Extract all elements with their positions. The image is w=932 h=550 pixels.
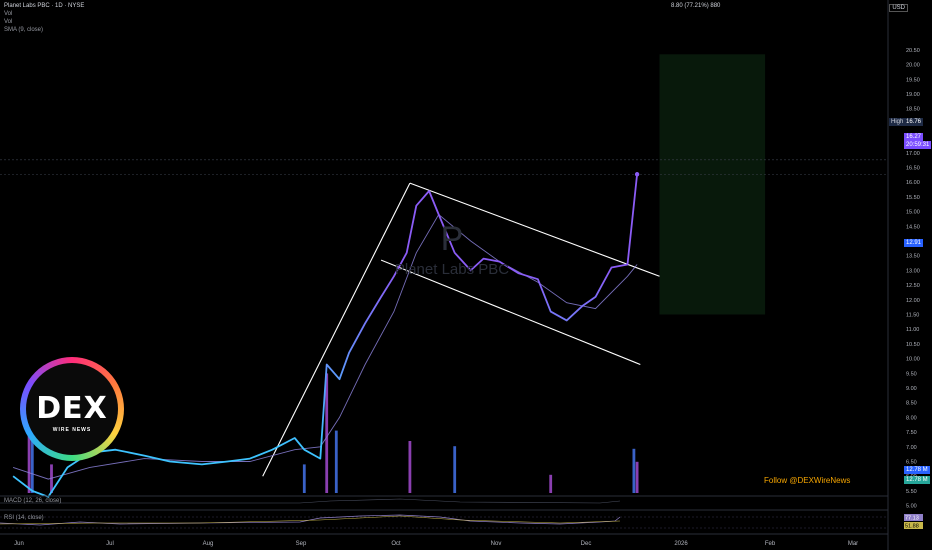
x-tick-label: Sep — [296, 541, 307, 547]
last-price-time: 20:59:31 — [904, 141, 932, 149]
volume-bar — [302, 464, 306, 493]
y-tick-label: 15.00 — [906, 210, 920, 216]
macd-label[interactable]: MACD (12, 26, close) — [4, 498, 61, 505]
y-tick-label: 17.00 — [906, 151, 920, 157]
x-tick-label: 2026 — [674, 541, 688, 547]
x-tick-label: Oct — [391, 541, 401, 547]
y-tick-label: 14.50 — [906, 224, 920, 230]
symbol-title: Planet Labs PBC · 1D · NYSE — [4, 3, 85, 9]
x-tick-label: Feb — [765, 541, 776, 547]
y-tick-label: 10.50 — [906, 342, 920, 348]
measure-label: 8.80 (77.21%) 880 — [671, 3, 721, 9]
y-tick-label: 13.50 — [906, 254, 920, 260]
y-tick-label: 7.00 — [906, 445, 917, 451]
y-tick-label: 10.00 — [906, 357, 920, 363]
high-label: High — [889, 118, 906, 126]
x-tick-label: Aug — [203, 541, 214, 547]
y-tick-label: 16.50 — [906, 166, 920, 172]
volume-badge: 12.78 M — [904, 476, 930, 484]
y-tick-label: 12.50 — [906, 283, 920, 289]
y-tick-label: 11.50 — [906, 313, 919, 319]
legend-volume-2[interactable]: Vol — [4, 19, 12, 26]
legend-sma[interactable]: SMA (9, close) — [4, 27, 43, 34]
x-tick-label: Jun — [14, 541, 24, 547]
y-tick-label: 11.00 — [906, 327, 919, 333]
currency-button[interactable]: USD — [889, 4, 908, 12]
dex-logo-inner: DEX WIRE NEWS — [26, 363, 118, 455]
volume-bar — [453, 446, 457, 493]
volume-bar — [408, 441, 412, 493]
y-tick-label: 13.00 — [906, 268, 920, 274]
y-tick-label: 12.00 — [906, 298, 920, 304]
volume-bar — [334, 430, 338, 493]
x-tick-label: Jul — [106, 541, 114, 547]
y-tick-label: 9.00 — [906, 386, 917, 392]
time-axis[interactable]: Jun Jul Aug Sep Oct Nov Dec 2026 Feb Mar — [14, 541, 858, 547]
volume-bar — [549, 474, 553, 493]
dex-logo: DEX WIRE NEWS — [20, 357, 124, 461]
y-tick-label: 20.00 — [906, 63, 920, 69]
y-tick-label: 8.50 — [906, 401, 917, 407]
dex-logo-subtitle: WIRE NEWS — [52, 427, 92, 433]
prev-price-badge: 12.91 — [904, 239, 924, 247]
watermark-name: Planet Labs PBC — [395, 261, 509, 278]
y-tick-label: 20.50 — [906, 48, 920, 54]
last-price-dot — [634, 172, 640, 177]
volume-badge: 12.78 M — [904, 466, 930, 474]
rsi-label[interactable]: RSI (14, close) — [4, 515, 44, 522]
rsi-badge-text: 51.88 — [905, 524, 919, 530]
legend-volume[interactable]: Vol — [4, 11, 12, 18]
x-tick-label: Dec — [581, 541, 592, 547]
y-tick-label: 15.50 — [906, 195, 920, 201]
last-price-badge: 16.27 — [904, 133, 924, 141]
y-tick-label: 16.00 — [906, 180, 920, 186]
watermark-ticker: P — [441, 220, 464, 258]
chart-canvas[interactable]: P Planet Labs PBC 5.005.506.006.507.007.… — [0, 0, 932, 550]
y-tick-label: 19.50 — [906, 77, 920, 83]
y-tick-label: 19.00 — [906, 92, 920, 98]
y-tick-label: 6.50 — [906, 460, 917, 466]
price-line — [12, 174, 638, 498]
projection-box — [659, 54, 766, 315]
y-tick-label: 5.00 — [906, 504, 917, 510]
x-tick-label: Mar — [848, 541, 858, 547]
y-tick-label: 7.50 — [906, 430, 917, 436]
y-tick-label: 18.50 — [906, 107, 920, 113]
y-tick-label: 8.00 — [906, 415, 917, 421]
dex-logo-text: DEX — [36, 391, 108, 426]
volume-bar — [635, 461, 639, 493]
follow-text: Follow @DEXWireNews — [764, 476, 851, 485]
x-tick-label: Nov — [491, 541, 502, 547]
y-tick-label: 5.50 — [906, 489, 917, 495]
volume-bar — [632, 448, 636, 493]
high-price-badge: 16.76 — [904, 118, 924, 126]
y-tick-label: 9.50 — [906, 371, 917, 377]
macd-line — [0, 498, 621, 504]
rsi-badge-text: 77.13 — [905, 516, 919, 522]
